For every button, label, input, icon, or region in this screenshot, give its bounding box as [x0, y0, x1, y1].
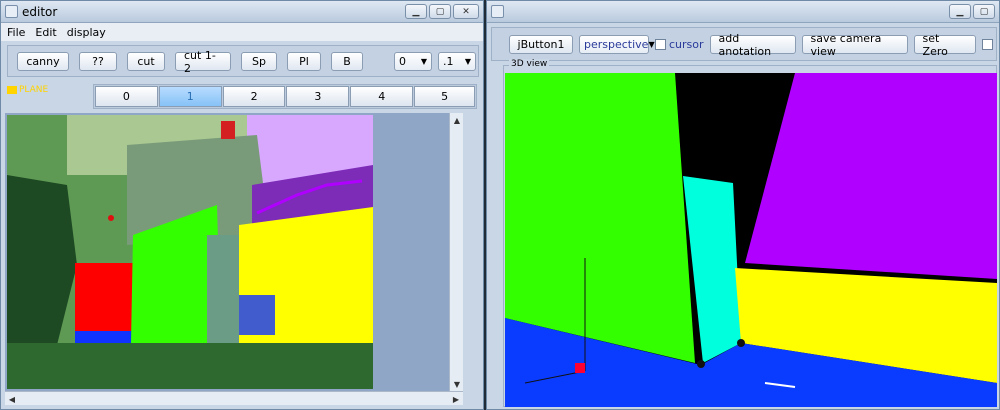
- projection-value: perspective: [584, 38, 649, 51]
- black-node-left: [697, 360, 705, 368]
- scroll-up-icon[interactable]: ▲: [450, 113, 463, 127]
- tower-top-red: [221, 121, 235, 139]
- menu-edit[interactable]: Edit: [35, 26, 56, 39]
- combo-a[interactable]: 0 ▼: [394, 52, 432, 71]
- jbutton1[interactable]: jButton1: [509, 35, 573, 54]
- editor-menubar: File Edit display: [1, 23, 483, 41]
- scroll-right-icon[interactable]: ▶: [449, 392, 463, 406]
- tab-0[interactable]: 0: [95, 86, 158, 107]
- canny-button[interactable]: canny: [17, 52, 69, 71]
- java-app-icon: [491, 5, 504, 18]
- chevron-down-icon: ▼: [464, 57, 471, 66]
- plane-tabs: 0 1 2 3 4 5: [93, 84, 477, 109]
- editor-horizontal-scrollbar[interactable]: ◀ ▶: [5, 391, 463, 405]
- cut-1-2-button[interactable]: cut 1-2: [175, 49, 231, 75]
- add-annotation-button[interactable]: add anotation: [709, 32, 796, 58]
- chevron-down-icon: ▼: [420, 57, 427, 66]
- question-button[interactable]: ??: [79, 52, 117, 71]
- green-plane: [505, 73, 695, 363]
- save-camera-view-button[interactable]: save camera view: [801, 32, 908, 58]
- combo-b[interactable]: .1 ▼: [438, 52, 476, 71]
- scroll-left-icon[interactable]: ◀: [5, 392, 19, 406]
- b-button[interactable]: B: [331, 52, 363, 71]
- minimize-icon[interactable]: ▁: [405, 4, 427, 19]
- cursor-label: cursor: [669, 38, 704, 51]
- menu-display[interactable]: display: [67, 26, 106, 39]
- 3d-point-cloud-view[interactable]: [505, 73, 997, 407]
- plane-indicator: PLANE: [7, 85, 48, 95]
- cursor-checkbox-group[interactable]: cursor: [655, 38, 704, 51]
- segmented-building-image[interactable]: [7, 115, 373, 389]
- editor-title: editor: [22, 4, 58, 19]
- red-plane-region: [75, 263, 133, 341]
- red-origin-marker: [575, 363, 585, 373]
- combo-a-value: 0: [399, 55, 406, 68]
- editor-vertical-scrollbar[interactable]: ▲ ▼: [449, 113, 463, 391]
- editor-window: editor ▁ ▢ ✕ File Edit display canny ?? …: [0, 0, 484, 410]
- tab-5[interactable]: 5: [414, 86, 475, 107]
- java-app-icon: [5, 5, 18, 18]
- panel-title-3d-view: 3D view: [509, 59, 550, 69]
- chevron-down-icon: ▼: [648, 40, 655, 49]
- viewer-toolbar: jButton1 perspective ▼ cursor add anotat…: [509, 32, 993, 58]
- black-node-right: [737, 339, 745, 347]
- restore-icon[interactable]: ▢: [973, 4, 995, 19]
- teal-tower-face: [207, 235, 239, 345]
- viewer-titlebar[interactable]: ▁ ▢: [487, 1, 999, 23]
- sp-button[interactable]: Sp: [241, 52, 277, 71]
- extra-checkbox[interactable]: [981, 39, 993, 50]
- viewer-window: ▁ ▢ jButton1 perspective ▼ cursor add an…: [486, 0, 1000, 410]
- close-icon[interactable]: ✕: [453, 4, 479, 19]
- combo-b-value: .1: [443, 55, 454, 68]
- plane-color-swatch: [7, 86, 17, 94]
- projection-combo[interactable]: perspective ▼: [579, 35, 655, 54]
- editor-toolbar: canny ?? cut cut 1-2 Sp Pl B: [17, 49, 363, 75]
- blue-base-right: [239, 295, 275, 335]
- cut-button[interactable]: cut: [127, 52, 165, 71]
- image-viewport[interactable]: ▲ ▼: [5, 113, 463, 391]
- minimize-icon[interactable]: ▁: [949, 4, 971, 19]
- shrubs-foreground: [7, 343, 373, 389]
- tab-4[interactable]: 4: [350, 86, 414, 107]
- blue-floor-left: [75, 331, 135, 343]
- tab-2[interactable]: 2: [222, 86, 286, 107]
- tab-3[interactable]: 3: [286, 86, 350, 107]
- plane-label: PLANE: [19, 85, 49, 95]
- cursor-checkbox[interactable]: [655, 39, 666, 50]
- editor-titlebar[interactable]: editor ▁ ▢ ✕: [1, 1, 483, 23]
- menu-file[interactable]: File: [7, 26, 25, 39]
- scroll-down-icon[interactable]: ▼: [450, 377, 463, 391]
- tab-1[interactable]: 1: [158, 86, 222, 107]
- maximize-icon[interactable]: ▢: [429, 4, 451, 19]
- pl-button[interactable]: Pl: [287, 52, 321, 71]
- red-marker-point: [108, 215, 114, 221]
- set-zero-button[interactable]: set Zero: [913, 32, 976, 58]
